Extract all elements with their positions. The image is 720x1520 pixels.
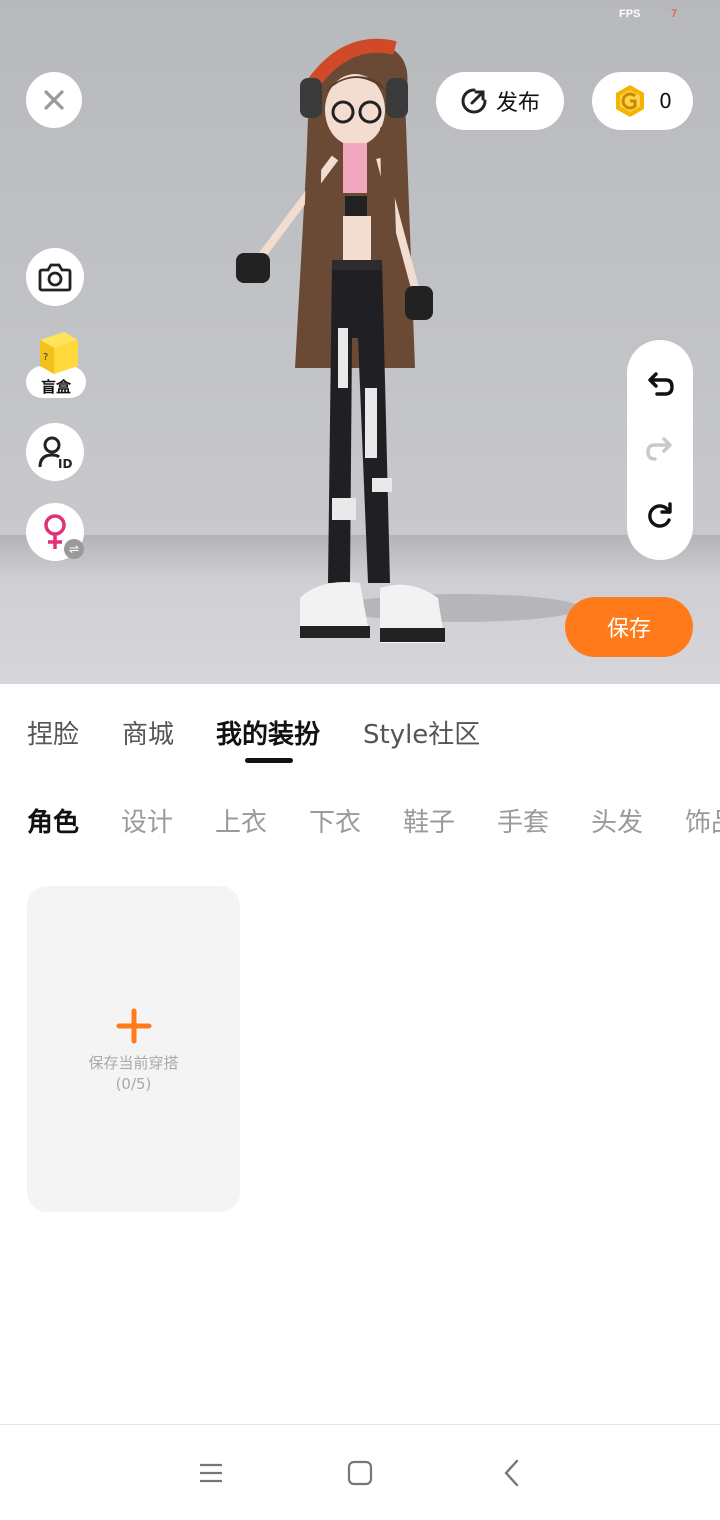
reset-button[interactable]	[640, 495, 680, 535]
coin-icon	[616, 85, 645, 117]
tab-face[interactable]: 捏脸	[27, 714, 79, 751]
publish-icon	[461, 88, 487, 114]
user-id-icon: ID	[38, 436, 72, 470]
back-icon	[504, 1459, 519, 1487]
save-outfit-card[interactable]: 保存当前穿搭 (0/5)	[27, 886, 240, 1212]
recents-button[interactable]	[191, 1453, 231, 1493]
fps-value: 7	[671, 8, 678, 20]
id-badge-text: ID	[58, 457, 72, 470]
blindbox-button[interactable]: ? 盲盒	[26, 330, 86, 402]
publish-button[interactable]: 发布	[436, 72, 564, 130]
blindbox-label: 盲盒	[40, 378, 71, 396]
blindbox-cube-text: ?	[43, 352, 48, 363]
category-bottoms[interactable]: 下衣	[309, 802, 361, 839]
user-id-button[interactable]: ID	[26, 423, 84, 481]
category-design[interactable]: 设计	[121, 802, 173, 839]
category-tab-bar: 角色 设计 上衣 下衣 鞋子 手套 头发 饰品	[0, 790, 720, 850]
undo-icon	[648, 372, 674, 396]
close-icon	[44, 90, 64, 110]
plus-icon	[116, 1008, 152, 1044]
camera-icon	[38, 263, 72, 292]
tab-style-community[interactable]: Style社区	[363, 714, 480, 751]
gender-button[interactable]: ⇌	[26, 503, 84, 561]
redo-icon	[646, 437, 672, 461]
coin-count: 0	[659, 89, 672, 113]
tab-my-outfits[interactable]: 我的装扮	[216, 714, 320, 751]
main-tab-bar: 捏脸 商城 我的装扮 Style社区	[0, 684, 720, 774]
fps-label: FPS	[619, 8, 641, 20]
undo-button[interactable]	[640, 365, 680, 405]
coin-balance[interactable]: 0	[592, 72, 693, 130]
close-button[interactable]	[26, 72, 82, 128]
category-accessories[interactable]: 饰品	[685, 802, 720, 839]
home-icon	[347, 1460, 373, 1486]
save-outfit-label: 保存当前穿搭	[88, 1054, 179, 1072]
history-panel	[627, 340, 693, 560]
system-nav-bar	[0, 1424, 720, 1520]
category-tops[interactable]: 上衣	[215, 802, 267, 839]
blindbox-icon: ?	[40, 332, 78, 374]
active-tab-indicator	[245, 758, 293, 763]
menu-icon	[200, 1463, 222, 1483]
reset-icon	[648, 502, 672, 528]
redo-button[interactable]	[640, 430, 680, 470]
category-gloves[interactable]: 手套	[497, 802, 549, 839]
category-shoes[interactable]: 鞋子	[403, 802, 455, 839]
home-button[interactable]	[340, 1453, 380, 1493]
tab-shop[interactable]: 商城	[122, 714, 174, 751]
save-button[interactable]: 保存	[565, 597, 693, 657]
save-outfit-count: (0/5)	[115, 1075, 152, 1093]
publish-label: 发布	[495, 91, 540, 116]
avatar-viewport[interactable]: FPS 7 发布 0 ? 盲盒 ID ⇌ 保存	[0, 0, 720, 684]
category-role[interactable]: 角色	[27, 802, 79, 839]
back-button[interactable]	[492, 1453, 532, 1493]
avatar-model[interactable]	[200, 38, 580, 658]
category-hair[interactable]: 头发	[591, 802, 643, 839]
gender-swap-icon: ⇌	[64, 539, 84, 559]
camera-button[interactable]	[26, 248, 84, 306]
